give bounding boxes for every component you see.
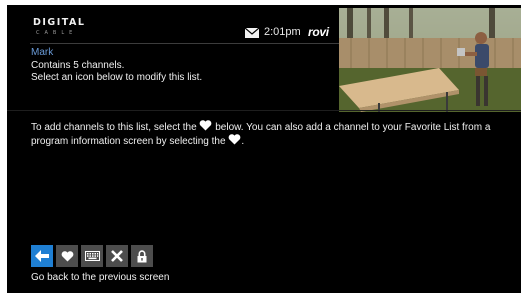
rename-button[interactable]: [81, 245, 103, 267]
heart-icon: [200, 120, 212, 131]
header-divider: [30, 43, 339, 44]
rovi-logo: rovi: [308, 25, 329, 39]
close-icon: [111, 250, 123, 262]
back-arrow-icon: [35, 250, 49, 262]
keyboard-icon: [84, 251, 100, 261]
logo-sub-text: CABLE: [36, 30, 78, 36]
heart-icon: [61, 250, 73, 261]
logo-main-text: DIGITAL: [33, 17, 86, 28]
modify-prompt: Select an icon below to modify this list…: [31, 72, 203, 83]
delete-button[interactable]: [106, 245, 128, 267]
back-button[interactable]: [31, 245, 53, 267]
favorite-button[interactable]: [56, 245, 78, 267]
digital-cable-logo: DIGITAL CABLE: [33, 18, 103, 40]
live-tv-preview: [339, 8, 521, 112]
list-name: Mark: [31, 47, 54, 58]
section-divider: [7, 110, 521, 111]
clock: 2:01pm: [264, 26, 301, 38]
mail-icon: [245, 28, 259, 38]
instructions-part1: To add channels to this list, select the: [31, 122, 197, 133]
heart-icon: [228, 134, 241, 145]
channel-count: Contains 5 channels.: [31, 60, 125, 71]
lock-icon: [137, 249, 147, 262]
instructions-part3: .: [241, 136, 245, 147]
helper-text: Go back to the previous screen: [31, 272, 170, 283]
tv-screen: DIGITAL CABLE 2:01pm rovi Mark Contains …: [7, 5, 521, 293]
instructions: To add channels to this list, select the…: [31, 120, 501, 148]
lock-button[interactable]: [131, 245, 153, 267]
